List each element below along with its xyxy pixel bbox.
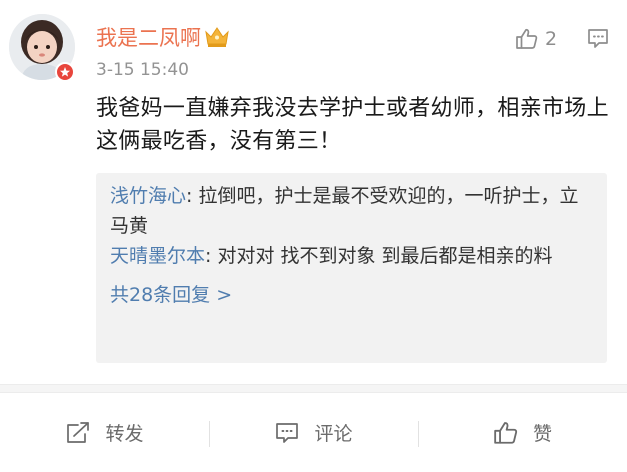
repost-button[interactable]: 转发 — [0, 413, 209, 453]
divider — [0, 384, 627, 393]
more-replies-link[interactable]: 共28条回复 > — [110, 280, 232, 310]
reply-author[interactable]: 天晴墨尔本 — [110, 245, 205, 267]
like-label: 赞 — [532, 423, 552, 445]
like-count: 2 — [545, 28, 558, 50]
like-button[interactable]: 2 — [515, 24, 557, 54]
vip-badge-icon — [55, 62, 75, 82]
comment-bubble-icon — [274, 421, 300, 445]
comment-bubble-icon — [586, 26, 610, 50]
thumbs-up-icon — [515, 27, 539, 51]
reply-separator: : — [186, 185, 199, 207]
comment-label: 评论 — [314, 423, 353, 445]
timestamp: 3-15 15:40 — [96, 60, 189, 80]
action-bar: 转发 评论 赞 — [0, 393, 627, 472]
reply-separator: : — [205, 245, 218, 267]
username[interactable]: 我是二凤啊 — [96, 25, 201, 51]
comment-button[interactable]: 评论 — [209, 413, 418, 453]
thumbs-up-icon — [493, 420, 519, 446]
like-action-button[interactable]: 赞 — [418, 413, 627, 453]
post-text: 我爸妈一直嫌弃我没去学护士或者幼师，相亲市场上这俩最吃香，没有第三！ — [96, 96, 609, 154]
reply-author[interactable]: 浅竹海心 — [110, 185, 186, 207]
share-arrow-icon — [65, 421, 91, 445]
reply-item: 浅竹海心: 拉倒吧，护士是最不受欢迎的，一听护士，立马黄 — [110, 181, 590, 241]
reply-text: 对对对 找不到对象 到最后都是相亲的料 — [217, 245, 553, 267]
replies-box[interactable]: 浅竹海心: 拉倒吧，护士是最不受欢迎的，一听护士，立马黄 天晴墨尔本: 对对对 … — [96, 173, 607, 363]
reply-item: 天晴墨尔本: 对对对 找不到对象 到最后都是相亲的料 — [110, 241, 590, 271]
weibo-comment-screen: 我是二凤啊 3-15 15:40 2 我爸妈一直嫌弃我没去学护士或者幼师，相亲市… — [0, 0, 627, 472]
crown-icon — [204, 26, 230, 52]
reply-button[interactable] — [586, 26, 610, 54]
repost-label: 转发 — [105, 423, 144, 445]
